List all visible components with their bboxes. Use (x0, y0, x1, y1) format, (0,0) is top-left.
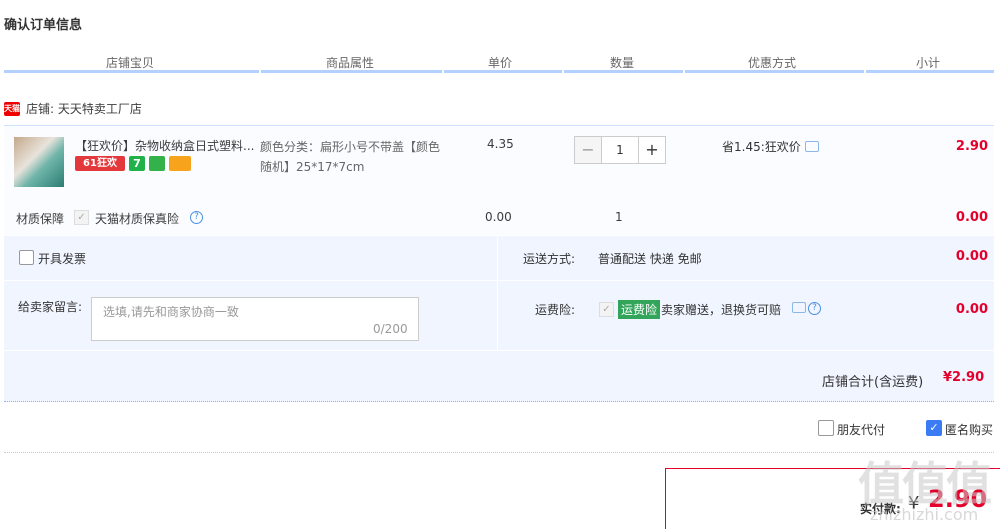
product-image[interactable] (14, 137, 64, 187)
material-price: 0.00 (485, 210, 512, 224)
insurance-label: 运费险: (535, 303, 576, 317)
shipping-subtotal: 0.00 (955, 249, 988, 264)
promo-61-icon: 61狂欢 (75, 156, 125, 171)
attr-line: 颜色分类：扁形小号不带盖【颜色 (260, 140, 441, 154)
seven-day-return-icon: 7 (129, 156, 145, 171)
guarantee-icon (149, 156, 165, 171)
product-tags: 61狂欢 7 (75, 156, 191, 171)
qty-plus-button[interactable]: + (638, 136, 666, 164)
attr-line: 随机】25*17*7cm (260, 160, 365, 174)
material-checkbox[interactable]: ✓ (74, 210, 89, 225)
qty-minus-button[interactable]: − (574, 136, 602, 164)
shop-row: 天猫 店铺: 天天特卖工厂店 (4, 100, 142, 117)
insurance-icons: ? (792, 302, 821, 315)
unit-price: 4.35 (487, 137, 514, 151)
anonymous-checkbox[interactable]: ✓ (926, 420, 942, 436)
quantity-stepper: − 1 + (574, 136, 666, 164)
shop-total-label: 店铺合计(含运费) (822, 375, 924, 390)
shipping-value: 普通配送 快递 免邮 (598, 252, 702, 266)
tmall-badge-icon: 天猫 (4, 101, 20, 116)
divider (4, 350, 994, 351)
message-label: 给卖家留言: (18, 300, 83, 314)
column-header-attr: 商品属性 (325, 56, 374, 70)
page-title: 确认订单信息 (4, 18, 83, 33)
chat-icon[interactable] (792, 302, 806, 313)
column-header-subtotal: 小计 (915, 56, 940, 70)
credit-card-icon (169, 156, 191, 171)
column-header-item: 店铺宝贝 (105, 56, 154, 70)
shop-name[interactable]: 店铺: 天天特卖工厂店 (26, 100, 142, 117)
column-header-qty: 数量 (609, 56, 634, 70)
friend-pay-checkbox[interactable] (818, 420, 834, 436)
message-char-count: 0/200 (373, 322, 408, 336)
header-divider (4, 70, 994, 73)
friend-pay-label[interactable]: 朋友代付 (837, 421, 885, 438)
material-text: 天猫材质保真险 (95, 212, 180, 226)
watermark-site: zhizhizhi.com (870, 505, 979, 524)
divider (4, 280, 994, 281)
discount-info: 省1.45:狂欢价 (722, 138, 819, 155)
product-attributes: 颜色分类：扁形小号不带盖【颜色 随机】25*17*7cm (260, 137, 450, 177)
message-placeholder: 选填,请先和商家协商一致 (103, 305, 239, 319)
item-subtotal: 2.90 (955, 139, 988, 154)
chat-icon[interactable] (804, 141, 819, 152)
column-header-price: 单价 (487, 56, 512, 70)
help-icon[interactable]: ? (808, 302, 821, 315)
shipping-label: 运送方式: (523, 252, 576, 266)
shop-total-value: ¥2.90 (943, 370, 985, 385)
product-title[interactable]: 【狂欢价】杂物收纳盒日式塑料... (75, 137, 255, 154)
insurance-badge: 运费险 (618, 300, 661, 319)
qty-input[interactable]: 1 (602, 136, 638, 164)
column-header-discount: 优惠方式 (747, 56, 796, 70)
material-qty: 1 (615, 210, 623, 224)
insurance-subtotal: 0.00 (955, 302, 988, 317)
divider (497, 236, 498, 350)
divider (4, 452, 994, 453)
material-label: 材质保障 (16, 212, 65, 226)
anonymous-label[interactable]: 匿名购买 (945, 421, 993, 438)
invoice-label[interactable]: 开具发票 (38, 250, 86, 267)
invoice-checkbox[interactable] (19, 250, 34, 265)
discount-text: 省1.45:狂欢价 (722, 140, 801, 154)
material-subtotal: 0.00 (955, 210, 988, 225)
insurance-checkbox[interactable]: ✓ (599, 302, 614, 317)
insurance-text: 卖家赠送，退换货可赔 (661, 303, 782, 317)
help-icon[interactable]: ? (190, 211, 203, 224)
